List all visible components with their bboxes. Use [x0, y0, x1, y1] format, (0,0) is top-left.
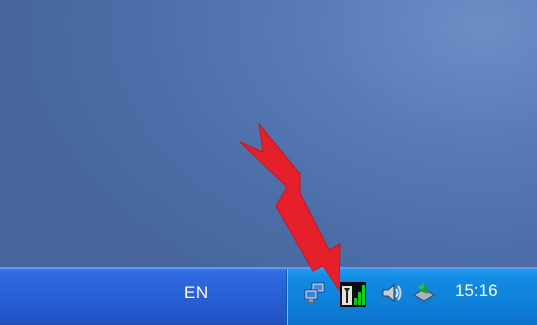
screen: EN 15:16 — [0, 0, 537, 325]
annotation-arrow — [239, 123, 341, 291]
